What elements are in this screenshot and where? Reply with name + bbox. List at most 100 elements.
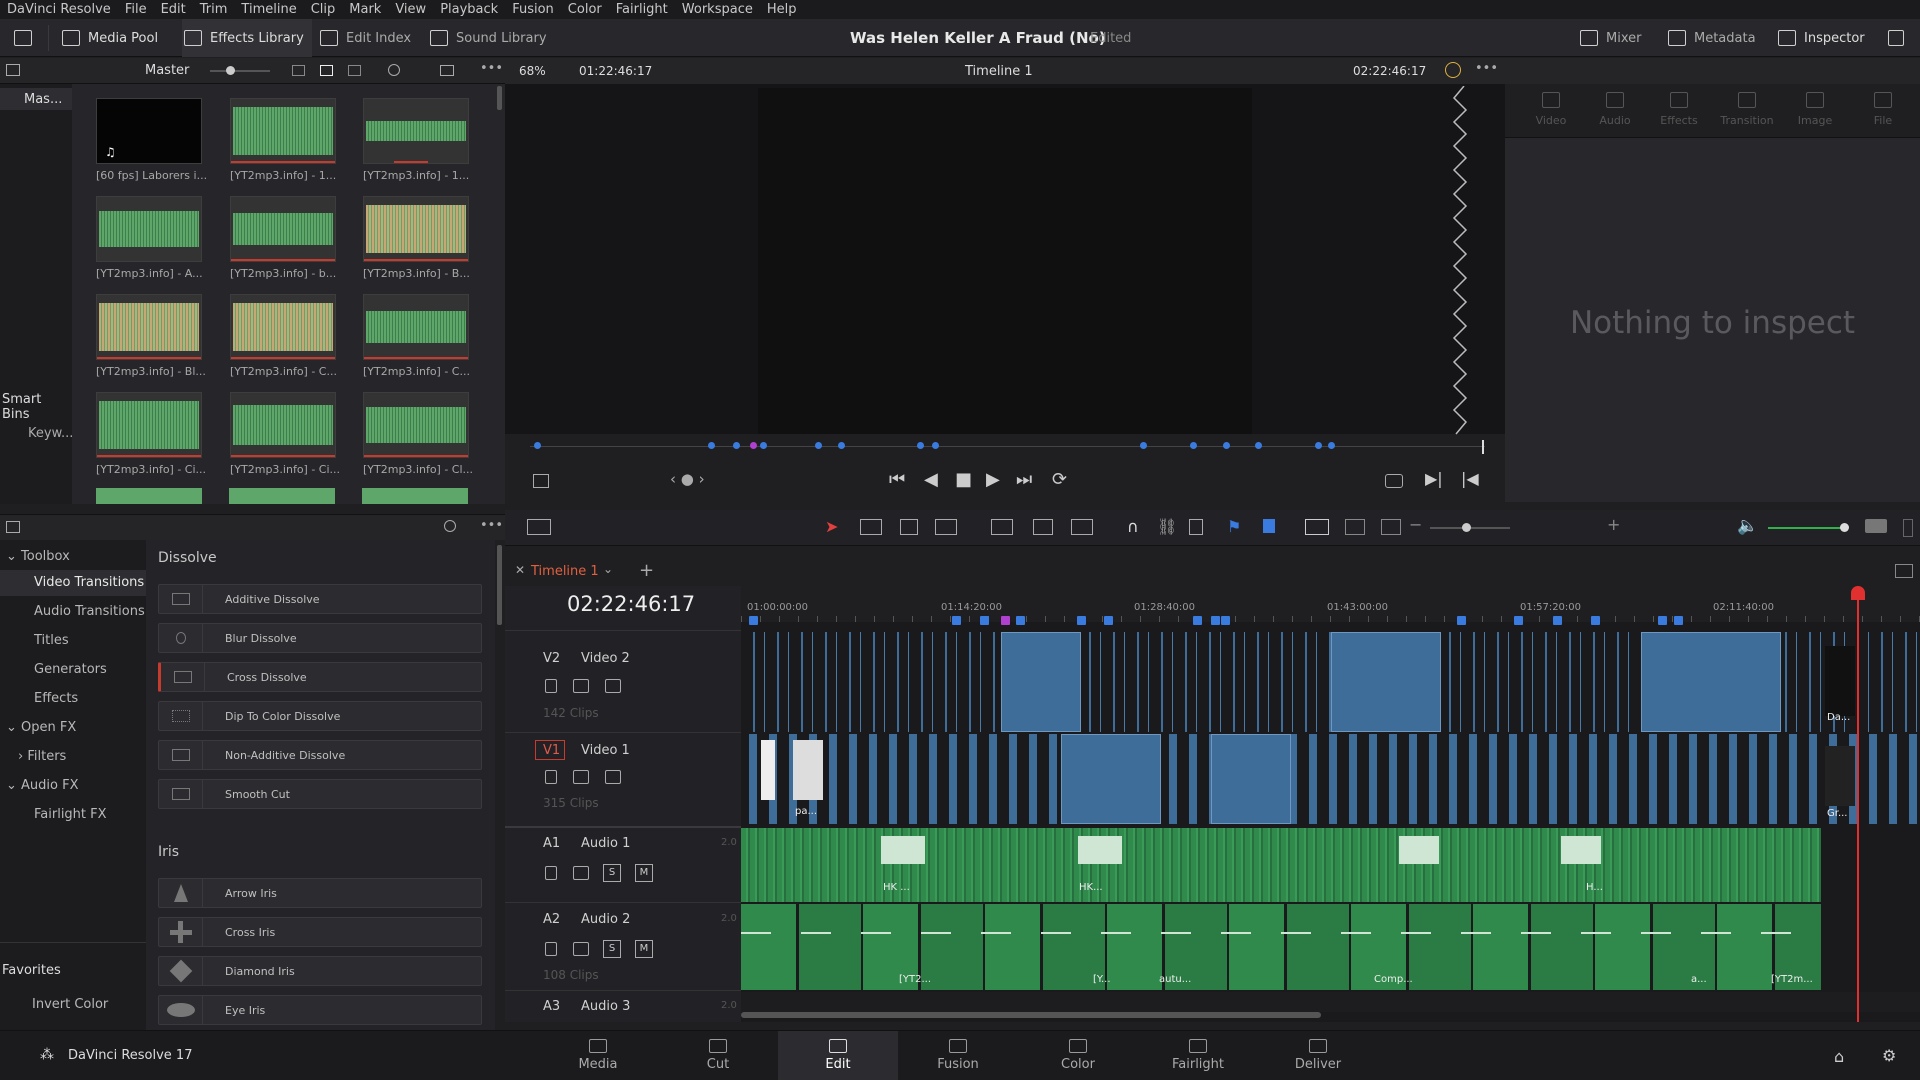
tab-effects[interactable]: Effects	[1651, 92, 1707, 127]
timeline-playhead[interactable]	[1857, 586, 1859, 1022]
thumbnail-size-slider[interactable]	[210, 66, 270, 75]
metadata-view-icon[interactable]	[292, 65, 305, 76]
effect-dip-to-color-dissolve[interactable]: Dip To Color Dissolve	[158, 701, 482, 731]
go-to-start-icon[interactable]: ⏮	[889, 469, 905, 490]
volume-icon[interactable]: 🔈	[1737, 516, 1758, 536]
match-frame-icon[interactable]	[1385, 474, 1403, 488]
marker-icon[interactable]	[1263, 519, 1275, 533]
menu-view[interactable]: View	[388, 2, 433, 17]
media-clip[interactable]: [YT2mp3.info] - Ci...	[230, 392, 340, 476]
playhead[interactable]	[1482, 440, 1484, 454]
transform-icon[interactable]	[533, 474, 549, 488]
viewer-options-icon[interactable]: •••	[1475, 61, 1498, 76]
page-media[interactable]: Media	[538, 1031, 658, 1080]
effects-scrollbar[interactable]	[497, 545, 502, 625]
timeline-tracks[interactable]: 01:00:00:00 01:14:20:00 01:28:40:00 01:4…	[741, 586, 1920, 1022]
insert-clip-icon[interactable]	[991, 519, 1013, 535]
effect-cross-iris[interactable]: Cross Iris	[158, 917, 482, 947]
thumbnail-view-icon[interactable]	[320, 65, 333, 76]
solo-button[interactable]: S	[603, 940, 621, 958]
effect-arrow-iris[interactable]: Arrow Iris	[158, 878, 482, 908]
track-a3-name[interactable]: Audio 3	[581, 999, 630, 1014]
page-edit[interactable]: Edit	[778, 1031, 898, 1080]
media-clip[interactable]: [YT2mp3.info] - B...	[363, 196, 470, 280]
track-v1-id[interactable]: V1	[543, 743, 560, 758]
volume-slider[interactable]	[1768, 523, 1849, 532]
loop-icon[interactable]: ⟳	[1052, 469, 1067, 490]
bin-master[interactable]: Mas...	[24, 92, 62, 107]
effect-eye-iris[interactable]: Eye Iris	[158, 995, 482, 1025]
page-fairlight[interactable]: Fairlight	[1138, 1031, 1258, 1080]
menu-edit[interactable]: Edit	[154, 2, 193, 17]
tab-timeline-1[interactable]: Timeline 1	[531, 564, 599, 579]
jog-control[interactable]: ‹ ● ›	[670, 470, 705, 488]
chevron-down-icon[interactable]: ⌄	[603, 562, 613, 576]
previous-frame-icon[interactable]: |◀	[1461, 469, 1479, 488]
tab-file[interactable]: File	[1855, 92, 1911, 127]
effect-diamond-iris[interactable]: Diamond Iris	[158, 956, 482, 986]
mute-button[interactable]: M	[635, 940, 653, 958]
lock-icon[interactable]	[1189, 519, 1203, 535]
effect-non-additive-dissolve[interactable]: Non-Additive Dissolve	[158, 740, 482, 770]
next-frame-icon[interactable]: ▶|	[1425, 469, 1443, 488]
zoom-in-icon[interactable]: +	[1607, 515, 1620, 534]
tree-titles[interactable]: Titles	[34, 628, 69, 654]
lock-icon[interactable]	[545, 866, 557, 880]
lock-icon[interactable]	[545, 679, 557, 693]
tree-generators[interactable]: Generators	[34, 657, 107, 683]
media-clip[interactable]: [YT2mp3.info] - C...	[363, 294, 470, 378]
lock-icon[interactable]	[545, 770, 557, 784]
track-v1-lane[interactable]	[741, 734, 1920, 824]
menu-mark[interactable]: Mark	[342, 2, 388, 17]
replace-clip-icon[interactable]	[1071, 519, 1093, 535]
tab-audio[interactable]: Audio	[1587, 92, 1643, 127]
media-clip[interactable]: [YT2mp3.info] - C...	[230, 294, 337, 378]
dynamic-trim-icon[interactable]	[900, 519, 918, 535]
page-fusion[interactable]: Fusion	[898, 1031, 1018, 1080]
panel-toggle-icon[interactable]	[6, 64, 20, 76]
timeline-view-options-icon[interactable]	[527, 519, 551, 535]
menu-color[interactable]: Color	[561, 2, 609, 17]
zoom-level[interactable]: 68%	[519, 64, 546, 78]
timeline-options-icon[interactable]	[1895, 564, 1913, 578]
tree-fairlight-fx[interactable]: Fairlight FX	[34, 802, 107, 828]
track-enable-icon[interactable]	[605, 679, 621, 693]
effect-smooth-cut[interactable]: Smooth Cut	[158, 779, 482, 809]
playhead-handle[interactable]	[1851, 586, 1865, 600]
tab-image[interactable]: Image	[1787, 92, 1843, 127]
media-clip[interactable]: [YT2mp3.info] - A...	[96, 196, 203, 280]
settings-gear-icon[interactable]: ⚙	[1882, 1046, 1896, 1065]
search-icon[interactable]	[388, 64, 400, 76]
media-clip[interactable]: [YT2mp3.info] - Bl...	[96, 294, 206, 378]
more-options-icon[interactable]: •••	[480, 518, 503, 533]
dim-icon[interactable]	[1865, 519, 1887, 533]
expand-icon[interactable]	[1888, 19, 1904, 57]
zoom-out-icon[interactable]: −	[1409, 515, 1422, 534]
timeline-scrollbar[interactable]	[741, 1012, 1321, 1018]
auto-select-icon[interactable]	[573, 942, 589, 956]
mute-button[interactable]: M	[635, 864, 653, 882]
flag-icon[interactable]: ⚑	[1227, 517, 1241, 536]
zoom-detail-icon[interactable]	[1345, 519, 1365, 535]
tree-audio-transitions[interactable]: Audio Transitions	[34, 599, 145, 625]
blade-tool-icon[interactable]	[935, 519, 957, 535]
tree-open-fx[interactable]: ⌄ Open FX	[6, 715, 76, 741]
effect-additive-dissolve[interactable]: Additive Dissolve	[158, 584, 482, 614]
menu-trim[interactable]: Trim	[193, 2, 235, 17]
media-pool-button[interactable]: Media Pool	[62, 19, 158, 57]
favorite-invert-color[interactable]: Invert Color	[32, 992, 108, 1018]
track-a3-lane[interactable]	[741, 992, 1920, 1012]
metadata-button[interactable]: Metadata	[1668, 19, 1756, 57]
selection-tool-icon[interactable]: ➤	[825, 517, 838, 536]
media-pool-scrollbar[interactable]	[497, 86, 502, 110]
trim-tool-icon[interactable]	[860, 519, 882, 535]
panel-toggle-icon[interactable]	[6, 521, 20, 533]
solo-button[interactable]: S	[603, 864, 621, 882]
menu-workspace[interactable]: Workspace	[675, 2, 760, 17]
auto-select-icon[interactable]	[573, 866, 589, 880]
tab-transition[interactable]: Transition	[1719, 92, 1775, 127]
auto-select-icon[interactable]	[573, 679, 589, 693]
tree-video-transitions[interactable]: Video Transitions	[0, 570, 146, 596]
mixer-button[interactable]: Mixer	[1580, 19, 1641, 57]
close-tab-icon[interactable]: ✕	[515, 563, 525, 577]
